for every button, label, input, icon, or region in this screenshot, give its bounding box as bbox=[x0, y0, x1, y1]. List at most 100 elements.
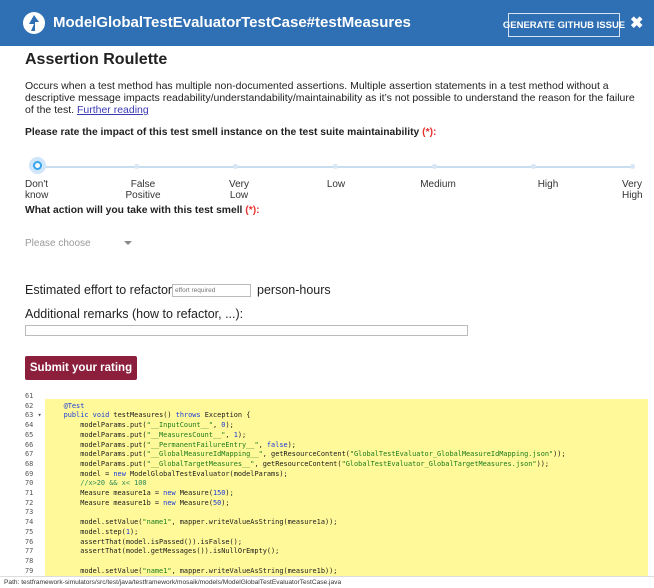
line-number: 67 bbox=[25, 450, 34, 459]
code-text: assertThat(model.getMessages()).isNullOr… bbox=[47, 547, 280, 556]
effort-unit: person-hours bbox=[257, 283, 331, 297]
slider-tick[interactable] bbox=[134, 164, 140, 169]
rating-option-text: False bbox=[130, 179, 156, 190]
code-text: Measure measure1a = new Measure(150); bbox=[47, 489, 234, 497]
remarks-input[interactable] bbox=[25, 325, 468, 336]
code-line: 75 model.step(1); bbox=[0, 527, 654, 537]
code-text: modelParams.put("__PermanentFailureEntry… bbox=[47, 440, 296, 449]
code-line: 63 ▾ public void testMeasures() throws E… bbox=[0, 412, 654, 420]
line-number: 72 bbox=[25, 498, 34, 507]
code-text: public void testMeasures() throws Except… bbox=[63, 411, 251, 420]
code-line: 61 bbox=[0, 392, 654, 401]
line-number: 75 bbox=[25, 527, 34, 536]
rating-option-text: Low bbox=[326, 179, 346, 190]
code-line: 68 modelParams.put("__GlobalTargetMeasur… bbox=[0, 459, 654, 469]
action-select-placeholder: Please choose bbox=[25, 238, 91, 249]
rating-question-text: Please rate the impact of this test smel… bbox=[25, 127, 420, 138]
rating-question: Please rate the impact of this test smel… bbox=[25, 127, 436, 138]
header-bar: ModelGlobalTestEvaluatorTestCase#testMea… bbox=[0, 0, 654, 46]
action-question: What action will you take with this test… bbox=[25, 205, 260, 216]
rating-slider-handle[interactable] bbox=[29, 157, 46, 174]
line-number: 66 bbox=[25, 440, 34, 449]
code-text: modelParams.put("__GlobalMeasureIdMappin… bbox=[47, 450, 566, 459]
line-number: 76 bbox=[25, 537, 34, 546]
line-number: 63 ▾ bbox=[25, 411, 42, 420]
generate-github-issue-button[interactable]: GENERATE GITHUB ISSUE bbox=[503, 13, 625, 37]
action-select[interactable]: Please choose bbox=[25, 238, 137, 256]
slider-tick[interactable] bbox=[630, 164, 635, 169]
smell-description: Occurs when a test method has multiple n… bbox=[25, 80, 645, 116]
required-marker: (*): bbox=[245, 205, 260, 216]
line-number: 74 bbox=[25, 518, 34, 527]
code-line: 76 assertThat(model.isPassed()).isFalse(… bbox=[0, 537, 654, 547]
code-text: model = new ModelGlobalTestEvaluator(mod… bbox=[47, 469, 288, 478]
slider-tick[interactable] bbox=[332, 164, 338, 169]
code-line: 62 @Test bbox=[0, 401, 654, 411]
page-title: ModelGlobalTestEvaluatorTestCase#testMea… bbox=[53, 14, 411, 31]
rating-option-label[interactable]: Very Low bbox=[226, 179, 252, 201]
rating-option-label[interactable]: False Positive bbox=[123, 179, 163, 201]
code-line: 79 model.setValue("name1", mapper.writeV… bbox=[0, 566, 654, 576]
code-line: 77 assertThat(model.getMessages()).isNul… bbox=[0, 548, 654, 556]
code-text: modelParams.put("__GlobalTargetMeasures_… bbox=[47, 459, 550, 468]
line-number: 73 bbox=[25, 508, 34, 517]
slider-tick[interactable] bbox=[431, 164, 437, 169]
code-line: 64 modelParams.put("__InputCount__", 0); bbox=[0, 421, 654, 430]
code-text: model.step(1); bbox=[47, 527, 139, 536]
further-reading-link[interactable]: Further reading bbox=[77, 104, 149, 116]
code-text: Measure measure1b = new Measure(50); bbox=[47, 498, 230, 507]
rating-option-label[interactable]: Very High bbox=[622, 179, 643, 201]
code-text: //x>20 && x< 100 bbox=[47, 479, 147, 488]
slider-tick[interactable] bbox=[530, 164, 536, 169]
rating-option-text: Don't bbox=[25, 179, 49, 190]
line-number: 68 bbox=[25, 459, 34, 468]
rating-option-label[interactable]: Don't know bbox=[25, 179, 65, 201]
rating-option-text: Positive bbox=[125, 190, 161, 201]
code-line: 66 modelParams.put("__PermanentFailureEn… bbox=[0, 440, 654, 450]
code-viewer: 61 62 @Test 63 ▾ public void testMeasures(… bbox=[0, 391, 654, 577]
rating-option-text: Very bbox=[228, 179, 249, 190]
code-text: model.setValue("name1", mapper.writeValu… bbox=[47, 566, 338, 575]
code-line: 67 modelParams.put("__GlobalMeasureIdMap… bbox=[0, 450, 654, 459]
code-line: 72 Measure measure1b = new Measure(50); bbox=[0, 498, 654, 508]
line-number: 65 bbox=[25, 430, 34, 439]
line-number: 71 bbox=[25, 489, 34, 497]
rating-option-text: Medium bbox=[420, 179, 456, 190]
action-question-text: What action will you take with this test… bbox=[25, 205, 243, 216]
line-number: 78 bbox=[25, 556, 34, 565]
logo-icon bbox=[23, 12, 45, 34]
code-line: 73 bbox=[0, 509, 654, 517]
effort-label: Estimated effort to refactor: bbox=[25, 283, 176, 297]
line-number: 79 bbox=[25, 566, 34, 575]
code-line: 78 bbox=[0, 556, 654, 566]
close-icon[interactable]: ✖ bbox=[630, 16, 643, 32]
rating-option-text: Low bbox=[229, 190, 249, 201]
code-text: assertThat(model.isPassed()).isFalse(); bbox=[47, 537, 242, 546]
submit-rating-button[interactable]: Submit your rating bbox=[25, 356, 137, 380]
rating-option-label[interactable]: High bbox=[536, 179, 560, 190]
line-number: 70 bbox=[25, 479, 34, 488]
slider-tick[interactable] bbox=[233, 164, 239, 169]
effort-input[interactable] bbox=[172, 284, 251, 297]
line-number: 64 bbox=[25, 421, 34, 430]
line-number: 61 bbox=[25, 392, 34, 400]
rating-option-label[interactable]: Low bbox=[325, 179, 347, 190]
rating-option-text: know bbox=[25, 190, 49, 201]
rating-option-text: Very bbox=[622, 179, 643, 190]
code-line: 70 //x>20 && x< 100 bbox=[0, 480, 654, 488]
code-text: @Test bbox=[63, 401, 85, 410]
file-path: Path: testframework-simulators/src/test/… bbox=[0, 576, 654, 588]
code-text: modelParams.put("__InputCount__", 0); bbox=[47, 421, 234, 430]
line-number: 62 bbox=[25, 401, 34, 410]
rating-option-text: High bbox=[537, 179, 559, 190]
rating-option-label[interactable]: Medium bbox=[418, 179, 458, 190]
line-number: 77 bbox=[25, 547, 34, 556]
remarks-label: Additional remarks (how to refactor, ...… bbox=[25, 307, 244, 321]
code-text: model.setValue("name1", mapper.writeValu… bbox=[47, 518, 338, 527]
smell-title: Assertion Roulette bbox=[25, 51, 168, 68]
code-line: 69 model = new ModelGlobalTestEvaluator(… bbox=[0, 469, 654, 479]
chevron-down-icon bbox=[124, 241, 132, 245]
code-text: modelParams.put("__MeasuresCount__", 1); bbox=[47, 430, 247, 439]
required-marker: (*): bbox=[422, 127, 437, 138]
code-line: 71 Measure measure1a = new Measure(150); bbox=[0, 489, 654, 498]
